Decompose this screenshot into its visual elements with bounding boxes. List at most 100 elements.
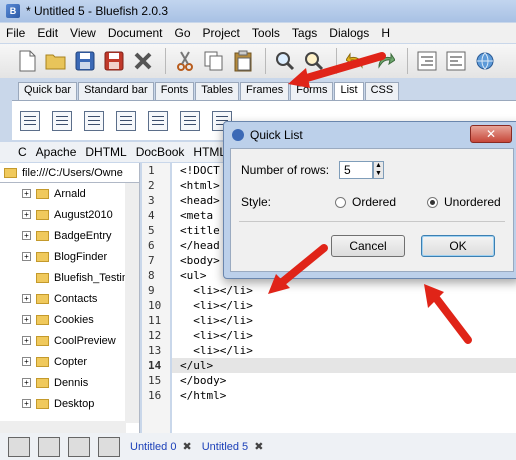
tree-item[interactable]: + BlogFinder — [0, 246, 139, 267]
code-line[interactable]: <li></li> — [172, 328, 516, 343]
code-line[interactable]: <li></li> — [172, 298, 516, 313]
rows-spin-input[interactable]: 5 — [339, 161, 373, 179]
paste-icon[interactable] — [230, 48, 256, 74]
tree-label: Desktop — [54, 397, 95, 410]
line-number: 8 — [148, 269, 155, 282]
preview-icon[interactable] — [472, 48, 498, 74]
line-number: 16 — [148, 389, 162, 402]
open-folder-icon[interactable] — [43, 48, 69, 74]
expand-icon[interactable]: + — [22, 378, 31, 387]
save-icon[interactable] — [72, 48, 98, 74]
menu-project[interactable]: Project — [203, 26, 240, 40]
path-combobox[interactable]: file:///C:/Users/Owne — [0, 163, 139, 183]
lang-c[interactable]: C — [18, 145, 27, 159]
vertical-scrollbar[interactable] — [125, 183, 139, 423]
tab-standard-bar[interactable]: Standard bar — [78, 82, 154, 100]
tab-quick-bar[interactable]: Quick bar — [18, 82, 78, 100]
cancel-button[interactable]: Cancel — [331, 235, 405, 257]
ordered-list-icon[interactable] — [84, 110, 104, 131]
dialog-close-button[interactable]: ✕ — [470, 125, 512, 143]
expand-icon[interactable]: + — [22, 399, 31, 408]
definition-list-icon[interactable] — [148, 110, 168, 131]
line-number: 15 — [148, 374, 162, 387]
close-tab-icon[interactable]: ✖ — [254, 440, 263, 453]
menu-document[interactable]: Document — [108, 26, 163, 40]
ordered-radio[interactable] — [335, 197, 346, 208]
tree-item[interactable]: Bluefish_Testin — [0, 267, 139, 288]
expand-icon[interactable]: + — [22, 252, 31, 261]
copy-icon[interactable] — [201, 48, 227, 74]
unordered-list-icon[interactable] — [52, 110, 72, 131]
list-item-icon[interactable] — [116, 110, 136, 131]
menu-go[interactable]: Go — [175, 26, 191, 40]
redo-icon[interactable] — [372, 48, 398, 74]
definition-term-icon[interactable] — [180, 110, 200, 131]
unordered-label[interactable]: Unordered — [444, 195, 501, 209]
expand-icon[interactable]: + — [22, 189, 31, 198]
ok-button[interactable]: OK — [421, 235, 495, 257]
quick-list-icon[interactable] — [20, 110, 40, 131]
tree-item[interactable]: + Dennis — [0, 372, 139, 393]
code-line[interactable]: <li></li> — [172, 343, 516, 358]
tree-item[interactable]: + Copter — [0, 351, 139, 372]
filebrowser-icon[interactable] — [8, 436, 30, 457]
toolbar-separator — [165, 48, 166, 74]
menu-help[interactable]: H — [381, 26, 390, 40]
charmap-icon[interactable] — [68, 436, 90, 457]
expand-icon[interactable]: + — [22, 357, 31, 366]
unordered-radio[interactable] — [427, 197, 438, 208]
lang-apache[interactable]: Apache — [36, 145, 77, 159]
close-icon[interactable] — [130, 48, 156, 74]
expand-icon[interactable]: + — [22, 294, 31, 303]
save-as-icon[interactable] — [101, 48, 127, 74]
tree-item[interactable]: + Desktop — [0, 393, 139, 414]
tree-item[interactable]: + BadgeEntry — [0, 225, 139, 246]
lang-docbook[interactable]: DocBook — [136, 145, 185, 159]
tab-forms[interactable]: Forms — [290, 82, 334, 100]
tab-fonts[interactable]: Fonts — [154, 82, 195, 100]
horizontal-scrollbar[interactable] — [0, 421, 126, 433]
indent-icon[interactable] — [414, 48, 440, 74]
snippets-icon[interactable] — [98, 436, 120, 457]
expand-icon[interactable]: + — [22, 210, 31, 219]
new-file-icon[interactable] — [14, 48, 40, 74]
expand-icon[interactable]: + — [22, 315, 31, 324]
tree-item[interactable]: + Contacts — [0, 288, 139, 309]
code-line[interactable]: </html> — [172, 388, 516, 403]
code-line[interactable]: <li></li> — [172, 283, 516, 298]
bookmarks-icon[interactable] — [38, 436, 60, 457]
menu-dialogs[interactable]: Dialogs — [329, 26, 369, 40]
line-number: 4 — [148, 209, 155, 222]
tree-item[interactable]: + Cookies — [0, 309, 139, 330]
tab-list[interactable]: List — [334, 82, 364, 101]
code-line[interactable]: </body> — [172, 373, 516, 388]
search-icon[interactable] — [272, 48, 298, 74]
expand-icon[interactable]: + — [22, 231, 31, 240]
ordered-label[interactable]: Ordered — [352, 195, 396, 209]
close-tab-icon[interactable]: ✖ — [182, 440, 191, 453]
document-tab-untitled-0[interactable]: Untitled 0 ✖ — [130, 440, 192, 454]
lang-html[interactable]: HTML — [193, 145, 226, 159]
tab-css[interactable]: CSS — [364, 82, 400, 100]
expand-icon[interactable]: + — [22, 336, 31, 345]
tree-item[interactable]: + August2010 — [0, 204, 139, 225]
tab-tables[interactable]: Tables — [195, 82, 239, 100]
code-line[interactable]: </ul> — [172, 358, 516, 373]
tab-frames[interactable]: Frames — [240, 82, 290, 100]
menu-tools[interactable]: Tools — [252, 26, 280, 40]
lang-dhtml[interactable]: DHTML — [85, 145, 126, 159]
undo-icon[interactable] — [343, 48, 369, 74]
menu-tags[interactable]: Tags — [292, 26, 317, 40]
tree-item[interactable]: + Arnald — [0, 183, 139, 204]
menu-edit[interactable]: Edit — [37, 26, 58, 40]
rows-spinner[interactable]: ▲ ▼ — [373, 161, 384, 179]
menu-view[interactable]: View — [70, 26, 96, 40]
path-text: file:///C:/Users/Owne — [22, 166, 123, 179]
code-line[interactable]: <li></li> — [172, 313, 516, 328]
tree-item[interactable]: + CoolPreview — [0, 330, 139, 351]
menu-file[interactable]: File — [6, 26, 25, 40]
cut-icon[interactable] — [172, 48, 198, 74]
document-tab-untitled-5[interactable]: Untitled 5 ✖ — [202, 440, 264, 454]
replace-icon[interactable] — [301, 48, 327, 74]
unindent-icon[interactable] — [443, 48, 469, 74]
